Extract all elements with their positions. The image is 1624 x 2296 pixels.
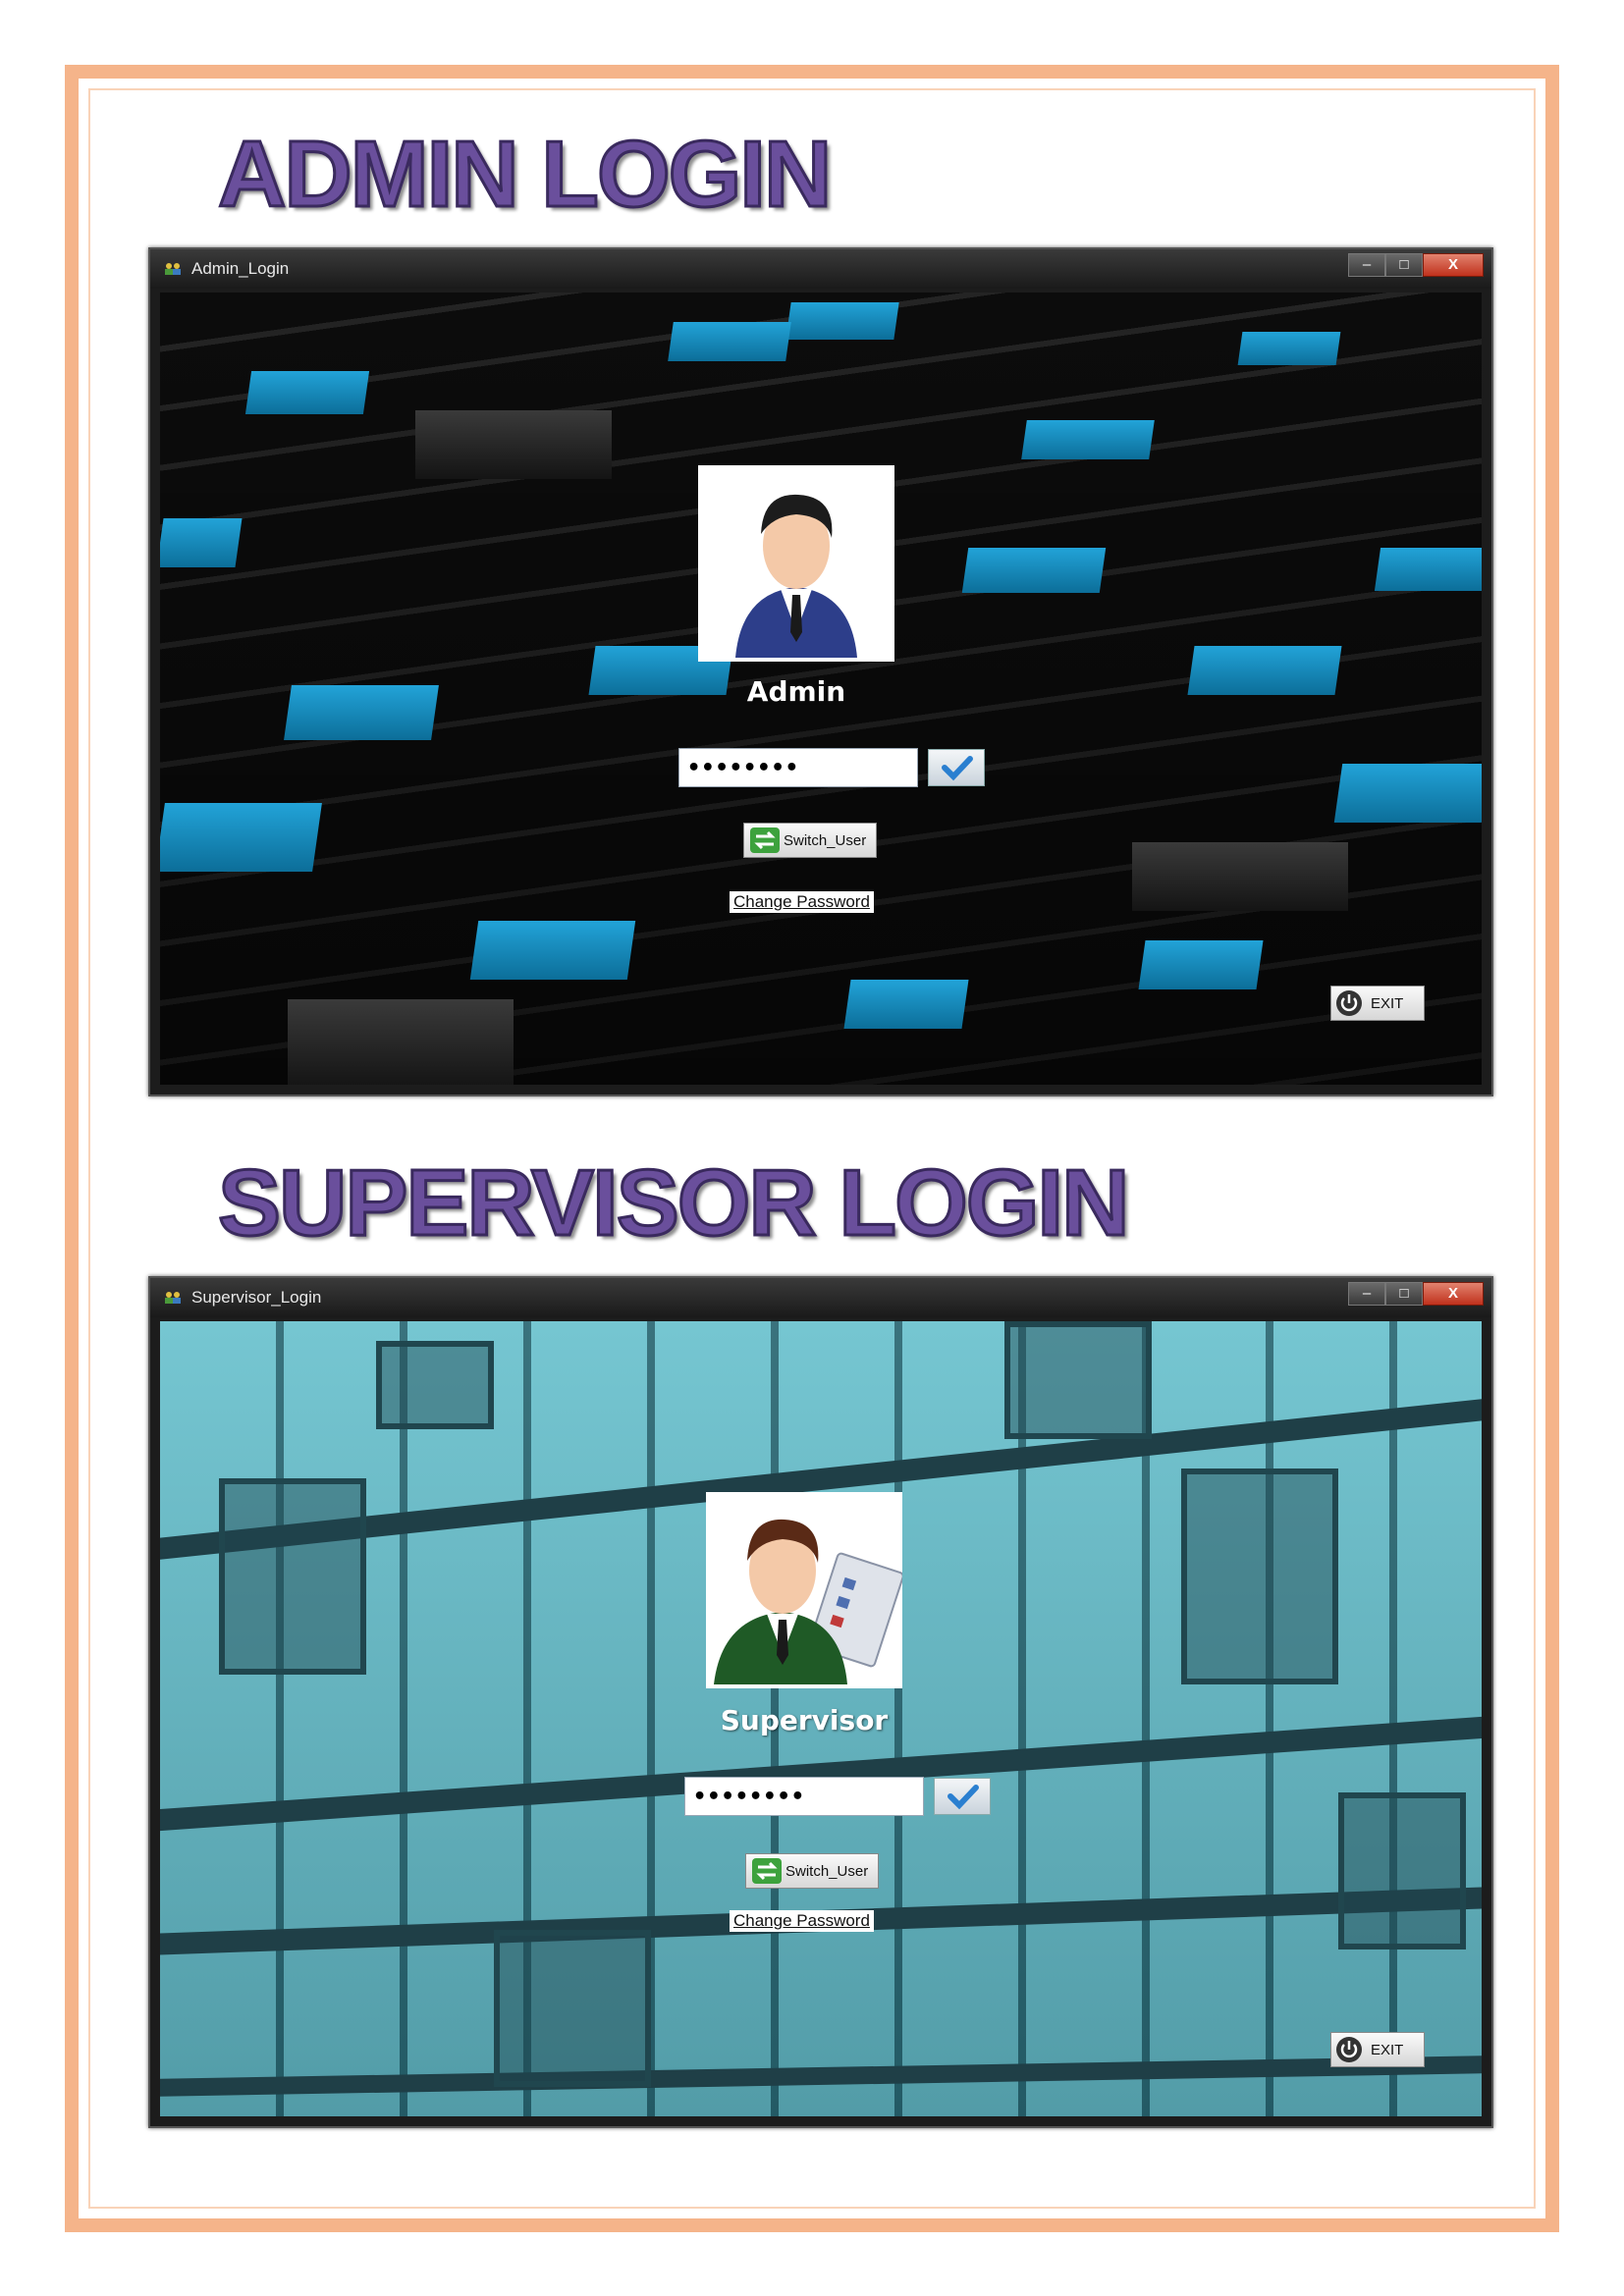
supervisor-exit-button[interactable]: EXIT: [1330, 2032, 1425, 2067]
exit-label: EXIT: [1371, 2041, 1404, 2058]
minimize-button[interactable]: –: [1348, 1282, 1385, 1306]
supervisor-password-field[interactable]: [684, 1777, 924, 1816]
admin-exit-button[interactable]: EXIT: [1330, 986, 1425, 1021]
bg-screen: [1338, 1792, 1466, 1949]
bg-screen: [376, 1341, 494, 1429]
bg-block: [469, 921, 636, 980]
bg-block: [1021, 420, 1155, 459]
supervisor-switch-user-button[interactable]: Switch_User: [745, 1853, 879, 1889]
exit-label: EXIT: [1371, 994, 1404, 1012]
bg-screen: [219, 1478, 366, 1675]
bg-block: [1333, 764, 1482, 823]
supervisor-background: Supervisor Switch_User Change Password E…: [160, 1321, 1482, 2116]
admin-password-field[interactable]: [678, 748, 918, 787]
close-button[interactable]: X: [1423, 1282, 1484, 1306]
bg-block: [415, 410, 612, 479]
admin-user-icon: [735, 494, 857, 658]
app-icon: [165, 1292, 181, 1304]
bg-block: [843, 980, 969, 1029]
admin-change-password-link[interactable]: Change Password: [730, 891, 874, 913]
bg-screen: [1181, 1468, 1338, 1684]
switch-user-icon: [750, 828, 780, 853]
bg-block: [1138, 940, 1264, 989]
close-button[interactable]: X: [1423, 253, 1484, 277]
admin-background: Admin Switch_User Change Password EXIT: [160, 293, 1482, 1085]
switch-user-label: Switch_User: [785, 1862, 869, 1880]
admin-login-window: Admin_Login – □ X Admin •••••••• Switch_…: [148, 247, 1493, 1096]
bg-block: [668, 322, 791, 361]
supervisor-change-password-link[interactable]: Change Password: [730, 1910, 874, 1932]
supervisor-login-window: Supervisor_Login – □ X Supervisor ••••••…: [148, 1276, 1493, 2128]
supervisor-avatar: [706, 1492, 902, 1688]
power-icon: [1336, 990, 1362, 1016]
bg-block: [160, 803, 322, 872]
maximize-button[interactable]: □: [1385, 253, 1423, 277]
power-icon: [1336, 2037, 1362, 2062]
supervisor-login-heading: SUPERVISOR LOGIN: [216, 1150, 1130, 1255]
supervisor-user-icon: [714, 1519, 902, 1684]
bg-block: [785, 302, 899, 340]
admin-switch-user-button[interactable]: Switch_User: [743, 823, 877, 858]
bg-block: [288, 999, 514, 1085]
switch-user-label: Switch_User: [784, 831, 867, 849]
minimize-button[interactable]: –: [1348, 253, 1385, 277]
title-bar[interactable]: Supervisor_Login – □ X: [150, 1278, 1491, 1317]
admin-avatar: [698, 465, 894, 662]
title-bar[interactable]: Admin_Login – □ X: [150, 249, 1491, 289]
bg-block: [244, 371, 370, 414]
admin-login-submit-button[interactable]: [928, 749, 985, 786]
supervisor-user-label: Supervisor: [720, 1704, 889, 1736]
bg-band: [160, 2055, 1482, 2098]
maximize-button[interactable]: □: [1385, 1282, 1423, 1306]
window-title: Admin_Login: [191, 259, 290, 278]
app-icon: [165, 263, 181, 275]
bg-block: [1374, 548, 1482, 591]
window-title: Supervisor_Login: [191, 1288, 322, 1307]
switch-user-icon: [752, 1858, 782, 1884]
bg-block: [1132, 842, 1348, 911]
bg-block: [1187, 646, 1342, 695]
bg-block: [284, 685, 439, 740]
bg-block: [160, 518, 243, 567]
bg-screen: [494, 1930, 651, 2087]
bg-screen: [1004, 1321, 1152, 1439]
admin-user-label: Admin: [746, 675, 846, 708]
supervisor-login-submit-button[interactable]: [934, 1778, 991, 1815]
bg-block: [961, 548, 1107, 593]
admin-login-heading: ADMIN LOGIN: [216, 122, 833, 227]
bg-block: [1237, 332, 1341, 365]
checkmark-icon: [942, 756, 973, 781]
checkmark-icon: [947, 1785, 979, 1810]
